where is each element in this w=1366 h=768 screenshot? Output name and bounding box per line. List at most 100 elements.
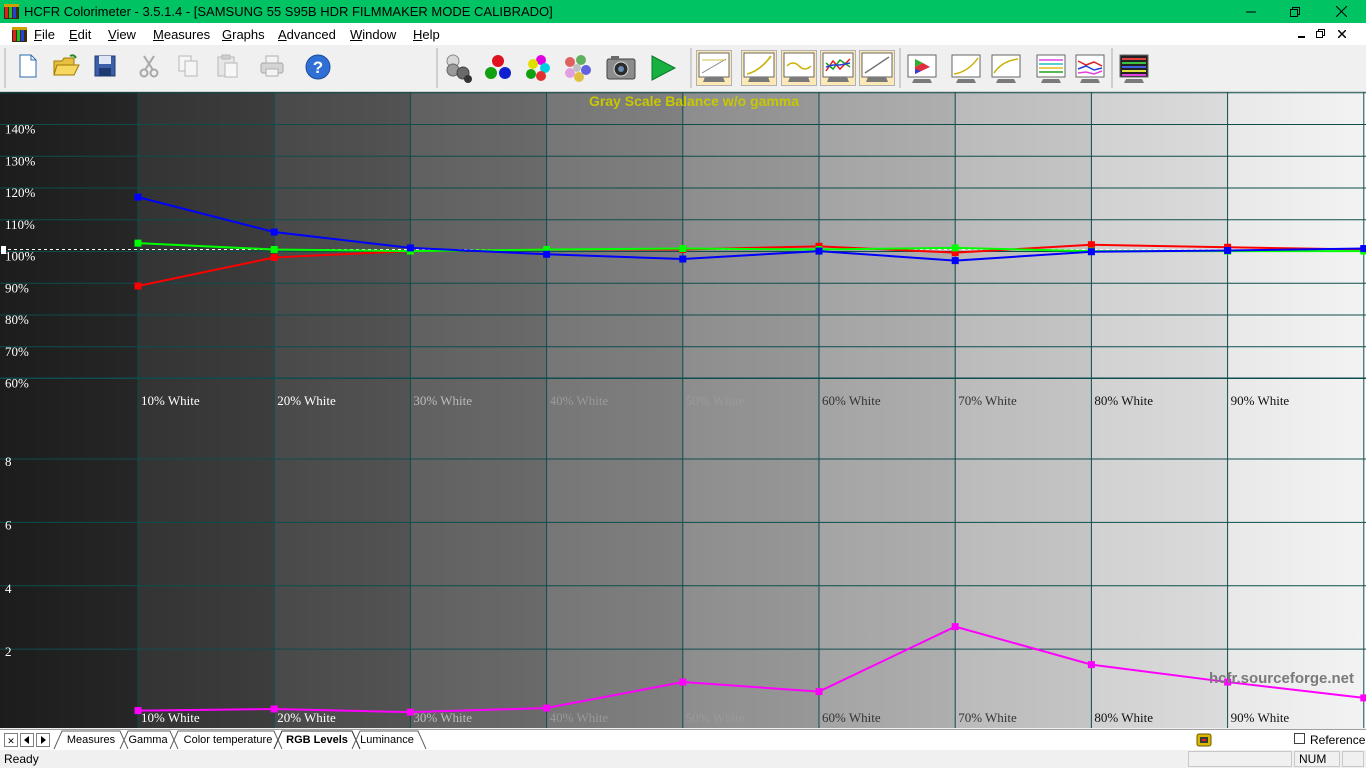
tab-measures[interactable]: Measures bbox=[62, 730, 120, 750]
data-point bbox=[134, 239, 142, 247]
x-tick-label: 70% White bbox=[958, 710, 1017, 725]
play-button[interactable] bbox=[648, 53, 678, 83]
x-tick-label: 10% White bbox=[141, 393, 200, 408]
grayscale-measure-button[interactable] bbox=[443, 53, 473, 83]
cut-icon bbox=[139, 55, 159, 78]
new-document-button[interactable] bbox=[14, 53, 44, 83]
gamma-view-button[interactable] bbox=[741, 50, 777, 86]
rgb-levels-view-button[interactable] bbox=[820, 50, 856, 86]
color-checker-icon bbox=[1119, 54, 1149, 83]
menu-graphs[interactable]: Graphs bbox=[222, 27, 265, 42]
primaries-measure-icon bbox=[485, 55, 511, 79]
data-point bbox=[543, 704, 551, 712]
status-pane bbox=[1342, 751, 1364, 767]
menu-view[interactable]: View bbox=[108, 27, 136, 42]
tab-next-button[interactable] bbox=[36, 733, 50, 747]
toolbar-grip bbox=[899, 48, 901, 88]
y-tick-label: 110% bbox=[5, 217, 35, 232]
copy-button[interactable] bbox=[175, 53, 205, 83]
watermark: hcfr.sourceforge.net bbox=[1209, 670, 1354, 687]
document-close-button[interactable] bbox=[1334, 26, 1350, 42]
y-tick-label: 8 bbox=[5, 454, 12, 469]
x-tick-label: 40% White bbox=[550, 393, 609, 408]
data-point bbox=[134, 193, 142, 201]
x-tick-label: 40% White bbox=[550, 710, 609, 725]
tab-color-temperature[interactable]: Color temperature bbox=[182, 730, 274, 750]
status-pane bbox=[1188, 751, 1292, 767]
y-tick-label: 120% bbox=[5, 185, 36, 200]
measures-view-icon bbox=[698, 52, 730, 82]
color-temp-view-icon bbox=[783, 52, 815, 82]
data-point bbox=[815, 688, 823, 696]
menu-advanced[interactable]: Advanced bbox=[278, 27, 336, 42]
document-minimize-button[interactable] bbox=[1294, 26, 1310, 42]
toolbar-grip bbox=[690, 48, 692, 88]
data-point bbox=[951, 623, 959, 631]
help-button[interactable]: ? bbox=[304, 53, 334, 83]
y-tick-label: 90% bbox=[5, 280, 29, 295]
primaries-measure-button[interactable] bbox=[482, 53, 512, 83]
open-button[interactable] bbox=[52, 53, 82, 83]
copy-icon bbox=[178, 55, 198, 77]
color-temp-view-button[interactable] bbox=[781, 50, 817, 86]
data-point bbox=[1087, 241, 1095, 249]
measures-view-button[interactable] bbox=[696, 50, 732, 86]
reference-checkbox[interactable] bbox=[1294, 733, 1305, 744]
play-icon bbox=[651, 55, 677, 81]
document-restore-button[interactable] bbox=[1312, 26, 1328, 42]
data-point bbox=[679, 255, 687, 263]
camera-icon bbox=[606, 56, 636, 80]
menu-window[interactable]: Window bbox=[350, 27, 396, 42]
cie-chart-button[interactable] bbox=[906, 53, 937, 83]
near-white-button[interactable] bbox=[990, 53, 1021, 83]
saturation-measure-button[interactable] bbox=[561, 53, 591, 83]
menu-help-rest: elp bbox=[422, 27, 440, 42]
tab-rgb-levels[interactable]: RGB Levels bbox=[282, 730, 352, 750]
camera-button[interactable] bbox=[605, 53, 636, 83]
close-button[interactable] bbox=[1318, 0, 1364, 23]
print-button[interactable] bbox=[258, 53, 288, 83]
close-icon bbox=[1335, 6, 1347, 17]
cut-button[interactable] bbox=[136, 53, 166, 83]
document-window-icon[interactable] bbox=[12, 27, 27, 42]
restore-button[interactable] bbox=[1272, 0, 1318, 23]
help-icon: ? bbox=[305, 54, 331, 80]
gray-band bbox=[410, 92, 547, 728]
menu-edit[interactable]: Edit bbox=[69, 27, 91, 42]
y-tick-label: 4 bbox=[5, 581, 12, 596]
x-tick-label: 50% White bbox=[686, 393, 745, 408]
paste-button[interactable] bbox=[214, 53, 244, 83]
num-lock-indicator: NUM bbox=[1294, 751, 1340, 767]
near-black-button[interactable] bbox=[950, 53, 981, 83]
data-point bbox=[815, 247, 823, 255]
tab-bar: ✕ Measures Gamma Color temperature RGB L… bbox=[0, 729, 1366, 751]
restore-icon bbox=[1290, 6, 1300, 17]
y-tick-label: 2 bbox=[5, 644, 12, 659]
menu-measures[interactable]: Measures bbox=[153, 27, 210, 42]
x-tick-label: 10% White bbox=[141, 710, 200, 725]
gray-band bbox=[546, 92, 683, 728]
gray-band bbox=[682, 92, 819, 728]
menu-file[interactable]: File bbox=[34, 27, 55, 42]
saturation-luminance-button[interactable] bbox=[1035, 53, 1066, 83]
color-checker-button[interactable] bbox=[1118, 53, 1149, 83]
data-point bbox=[951, 257, 959, 265]
data-point bbox=[951, 244, 959, 252]
saturation-shift-button[interactable] bbox=[1074, 53, 1105, 83]
save-button[interactable] bbox=[92, 53, 122, 83]
minimize-button[interactable] bbox=[1228, 0, 1274, 23]
tab-first-button[interactable]: ✕ bbox=[4, 733, 18, 747]
balance-x-axis: 10% White 20% White 30% White 40% White 50% … bbox=[141, 393, 1289, 408]
chevron-left-icon bbox=[24, 736, 29, 744]
tab-luminance[interactable]: Luminance bbox=[358, 730, 416, 750]
gray-band bbox=[138, 92, 275, 728]
secondaries-measure-button[interactable] bbox=[521, 53, 551, 83]
x-tick-label: 90% White bbox=[1231, 710, 1290, 725]
tab-prev-button[interactable] bbox=[20, 733, 34, 747]
luminance-view-button[interactable] bbox=[859, 50, 895, 86]
graph-area: 60% 70% 80% 90% 100% 110% 120% 130% 140% 2 4 6 8 10… bbox=[0, 92, 1366, 728]
menu-help[interactable]: Help bbox=[413, 27, 440, 42]
tab-gamma[interactable]: Gamma bbox=[122, 730, 174, 750]
minimize-icon bbox=[1298, 36, 1305, 38]
menu-bar: File Edit View Measures Graphs Advanced … bbox=[0, 23, 1366, 45]
